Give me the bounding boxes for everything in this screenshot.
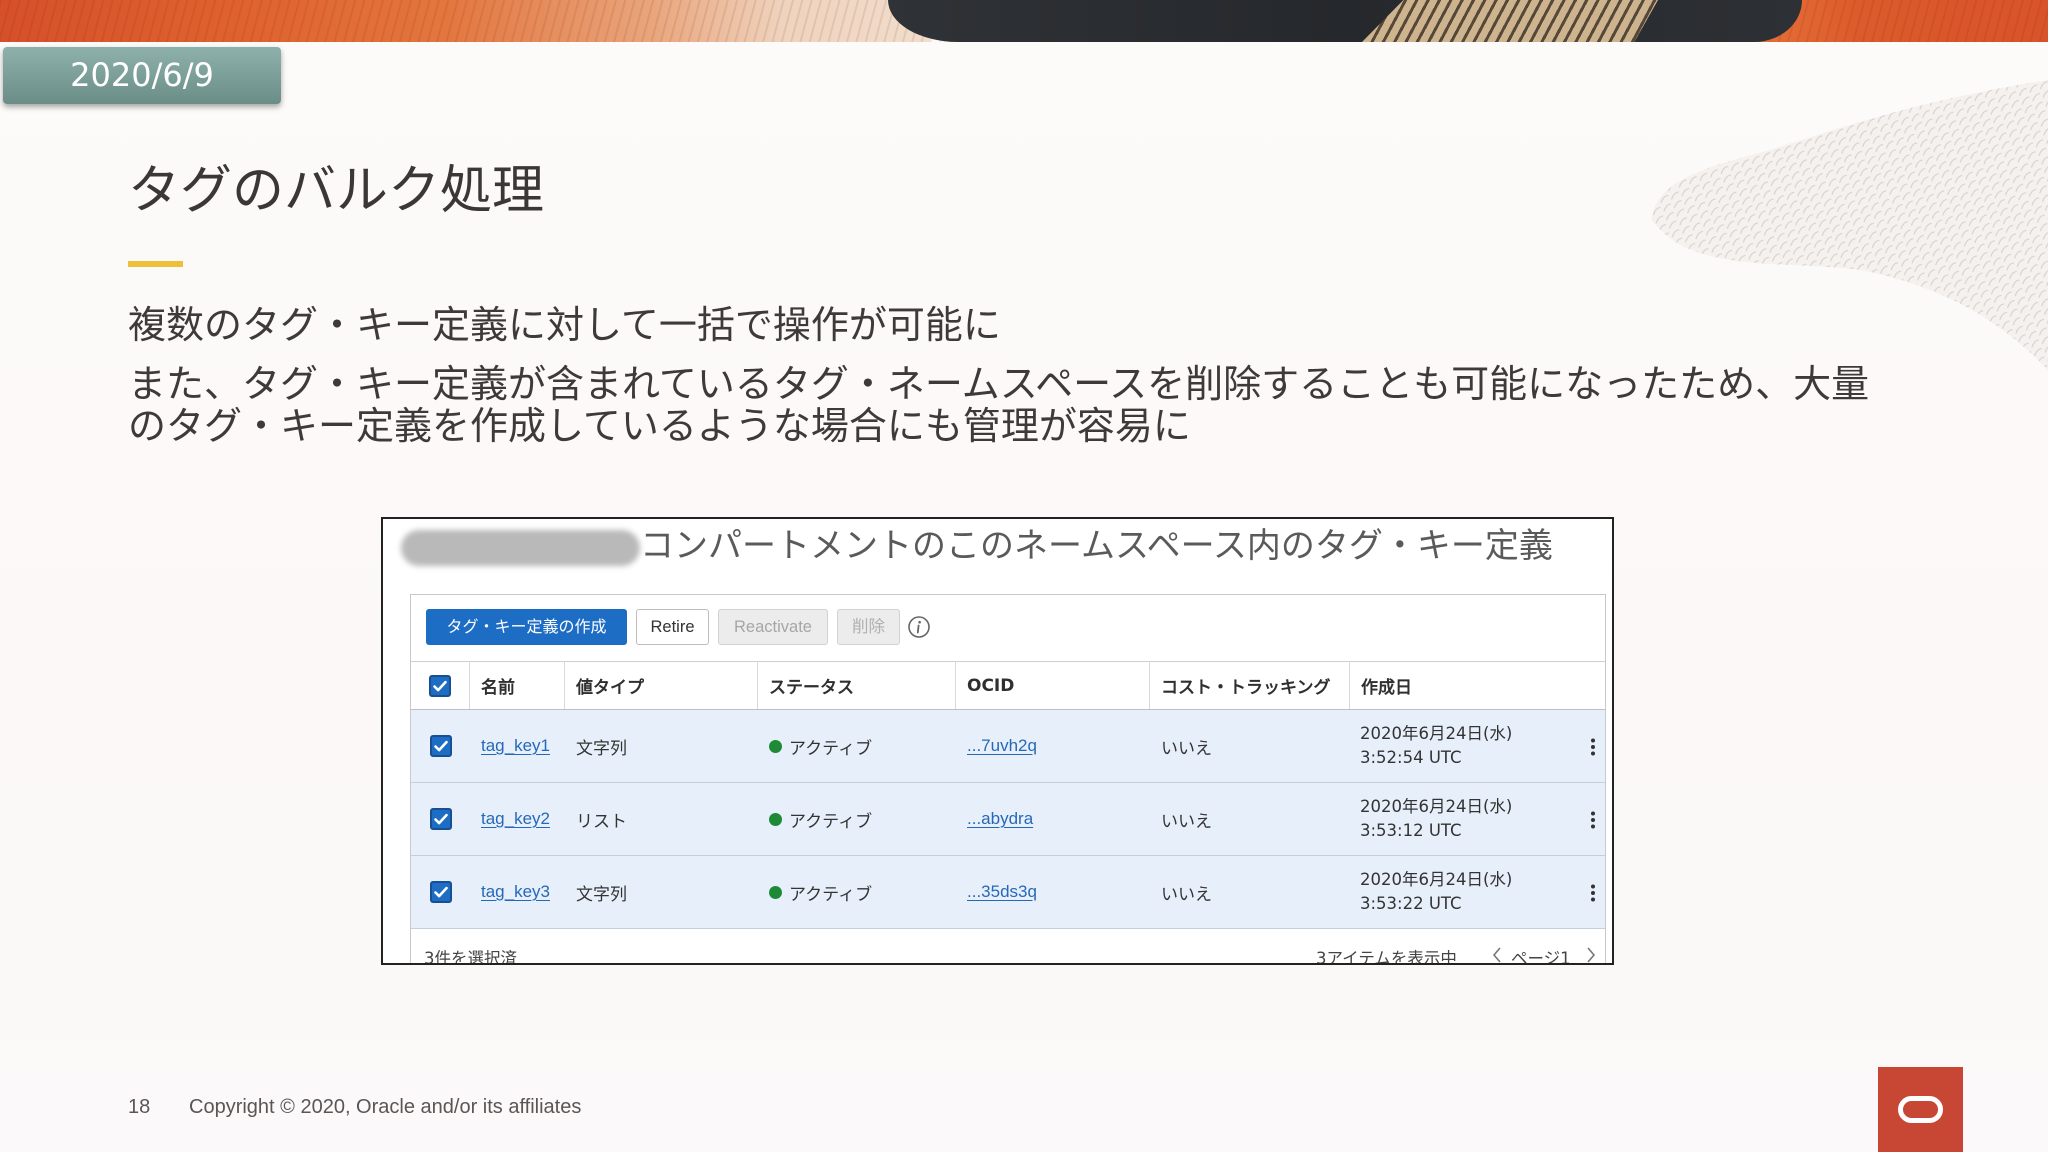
checkmark-icon <box>433 680 447 691</box>
cell-select <box>411 783 470 855</box>
page-indicator: ページ1 <box>1511 949 1571 965</box>
status-label: アクティブ <box>789 884 873 905</box>
retire-button[interactable]: Retire <box>636 609 709 645</box>
items-shown: 3アイテムを表示中 <box>1316 949 1457 965</box>
column-header-status[interactable]: ステータス <box>758 662 956 709</box>
created-date: 2020年6月24日(水) <box>1360 870 1513 889</box>
cell-select <box>411 710 470 782</box>
create-tag-key-button[interactable]: タグ・キー定義の作成 <box>426 609 627 645</box>
banner-striped-shape <box>1362 0 1658 42</box>
status-dot-icon <box>769 739 782 753</box>
date-badge: 2020/6/9 <box>3 47 281 104</box>
table-row[interactable]: tag_key3 文字列 アクティブ ...35ds3q いいえ 2020年6月… <box>411 856 1605 929</box>
table-footer: 3件を選択済 3アイテムを表示中 ページ1 <box>411 929 1605 965</box>
created-date: 2020年6月24日(水) <box>1360 797 1513 816</box>
column-header-created[interactable]: 作成日 <box>1350 662 1605 709</box>
kebab-menu-icon[interactable] <box>1590 811 1596 829</box>
slide-title: タグのバルク処理 <box>128 161 545 221</box>
cell-name: tag_key2 <box>470 783 565 855</box>
cell-created: 2020年6月24日(水) 3:53:22 UTC <box>1350 856 1605 928</box>
header-select-all-cell <box>411 662 470 709</box>
tag-key-name-link[interactable]: tag_key2 <box>481 809 550 829</box>
row-checkbox[interactable] <box>429 735 452 757</box>
cell-status: アクティブ <box>758 856 956 928</box>
table-toolbar: タグ・キー定義の作成 Retire Reactivate 削除 <box>411 609 1605 645</box>
select-all-checkbox[interactable] <box>429 674 451 697</box>
info-icon[interactable] <box>907 615 931 639</box>
cell-status: アクティブ <box>758 710 956 782</box>
delete-button[interactable]: 削除 <box>837 609 900 645</box>
cell-value-type: 文字列 <box>576 738 627 759</box>
header-banner <box>0 0 2048 42</box>
chevron-right-icon[interactable] <box>1585 946 1597 964</box>
column-header-value-type[interactable]: 値タイプ <box>565 662 758 709</box>
checkmark-icon <box>433 886 448 898</box>
status-dot-icon <box>769 812 782 826</box>
column-header-name[interactable]: 名前 <box>470 662 565 709</box>
column-header-cost-tracking[interactable]: コスト・トラッキング <box>1150 662 1350 709</box>
tag-key-name-link[interactable]: tag_key1 <box>481 736 550 756</box>
cell-name: tag_key3 <box>470 856 565 928</box>
cell-name: tag_key1 <box>470 710 565 782</box>
cell-value-type: 文字列 <box>576 884 627 905</box>
body-paragraph-2: また、タグ・キー定義が含まれているタグ・ネームスペースを削除することも可能になっ… <box>128 362 1870 448</box>
chevron-left-icon[interactable] <box>1491 946 1503 964</box>
column-header-ocid[interactable]: OCID <box>956 662 1150 709</box>
cell-cost-tracking: いいえ <box>1161 811 1212 832</box>
status-label: アクティブ <box>789 811 873 832</box>
created-time: 3:53:12 UTC <box>1360 821 1462 840</box>
table-header: 名前 値タイプ ステータス OCID コスト・トラッキング 作成日 <box>411 661 1605 710</box>
status-dot-icon <box>769 885 782 899</box>
cell-select <box>411 856 470 928</box>
title-accent-bar <box>128 261 183 267</box>
copyright-notice: Copyright © 2020, Oracle and/or its affi… <box>189 1096 582 1118</box>
console-screenshot: コンパートメントのこのネームスペース内のタグ・キー定義 タグ・キー定義の作成 R… <box>381 517 1614 965</box>
row-checkbox[interactable] <box>429 881 452 903</box>
row-checkbox[interactable] <box>429 808 452 830</box>
ocid-link[interactable]: ...abydra <box>967 809 1033 829</box>
table-row[interactable]: tag_key2 リスト アクティブ ...abydra いいえ 2020年6月… <box>411 783 1605 856</box>
selected-count: 3件を選択済 <box>424 949 517 965</box>
cell-cost-tracking: いいえ <box>1161 738 1212 759</box>
cell-cost-tracking: いいえ <box>1161 884 1212 905</box>
body-paragraph-1: 複数のタグ・キー定義に対して一括で操作が可能に <box>128 303 1001 347</box>
checkmark-icon <box>433 740 448 752</box>
checkmark-icon <box>433 813 448 825</box>
created-date: 2020年6月24日(水) <box>1360 724 1513 743</box>
section-heading: コンパートメントのこのネームスペース内のタグ・キー定義 <box>640 526 1553 566</box>
status-label: アクティブ <box>789 738 873 759</box>
cell-ocid: ...7uvh2q <box>956 710 1150 782</box>
tag-key-table-panel: タグ・キー定義の作成 Retire Reactivate 削除 名前 値タイプ <box>410 594 1606 965</box>
oracle-logo-icon <box>1898 1096 1943 1123</box>
cell-ocid: ...abydra <box>956 783 1150 855</box>
redacted-compartment-name <box>401 530 640 566</box>
kebab-menu-icon[interactable] <box>1590 738 1596 756</box>
created-time: 3:52:54 UTC <box>1360 748 1462 767</box>
table-row[interactable]: tag_key1 文字列 アクティブ ...7uvh2q いいえ 2020年6月… <box>411 710 1605 783</box>
cell-value-type: リスト <box>576 811 627 832</box>
ocid-link[interactable]: ...7uvh2q <box>967 736 1037 756</box>
created-time: 3:53:22 UTC <box>1360 894 1462 913</box>
kebab-menu-icon[interactable] <box>1590 884 1596 902</box>
reactivate-button[interactable]: Reactivate <box>718 609 828 645</box>
page-number: 18 <box>128 1096 151 1118</box>
banner-dark-shape <box>888 0 1802 42</box>
oracle-logo <box>1878 1067 1963 1152</box>
cell-created: 2020年6月24日(水) 3:53:12 UTC <box>1350 783 1605 855</box>
tag-key-name-link[interactable]: tag_key3 <box>481 882 550 902</box>
presentation-slide: 2020/6/9 タグのバルク処理 複数のタグ・キー定義に対して一括で操作が可能… <box>0 0 2048 1152</box>
cell-created: 2020年6月24日(水) 3:52:54 UTC <box>1350 710 1605 782</box>
cell-status: アクティブ <box>758 783 956 855</box>
cell-ocid: ...35ds3q <box>956 856 1150 928</box>
ocid-link[interactable]: ...35ds3q <box>967 882 1037 902</box>
